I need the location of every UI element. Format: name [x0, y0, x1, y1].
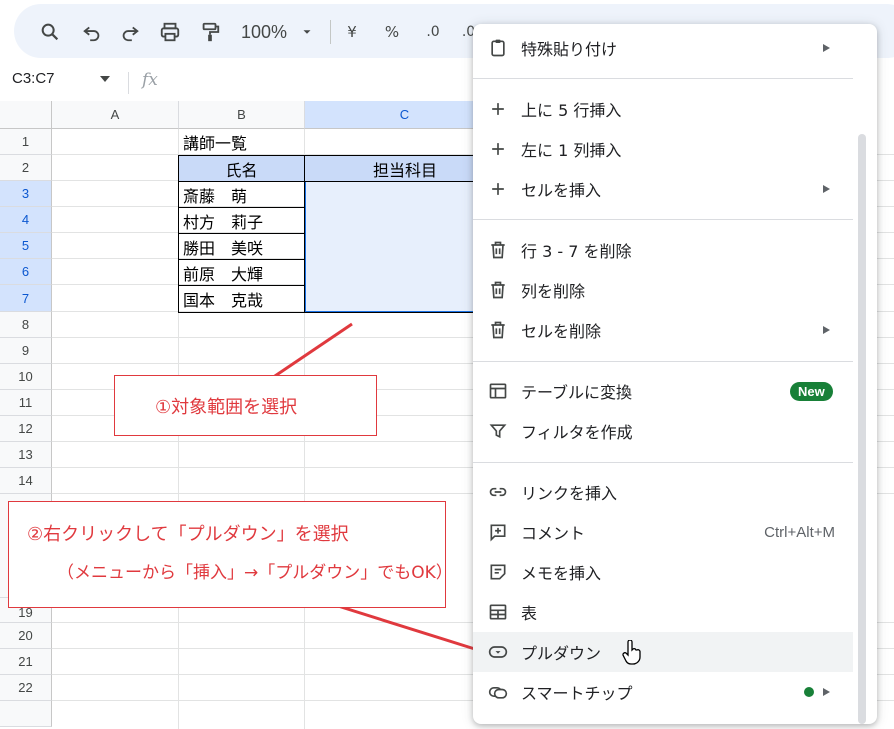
filter-icon: [487, 420, 509, 442]
callout-step1: ①対象範囲を選択: [114, 375, 377, 436]
menu-item-table[interactable]: 表: [473, 592, 853, 632]
menu-item-label: メモを挿入: [521, 564, 602, 583]
menu-item-insert-rows-above[interactable]: 上に 5 行挿入: [473, 89, 853, 129]
trash-icon: [487, 239, 509, 261]
menu-item-insert-note[interactable]: メモを挿入: [473, 552, 853, 592]
menu-item-label: 列を削除: [521, 282, 586, 301]
comment-add-icon: [487, 521, 509, 543]
menu-scrollbar[interactable]: [858, 134, 866, 724]
comment-shortcut: Ctrl+Alt+M: [764, 523, 835, 541]
menu-item-insert-cells[interactable]: セルを挿入: [473, 169, 853, 209]
plus-icon: [487, 98, 509, 120]
table-icon: [487, 601, 509, 623]
menu-item-paste-special[interactable]: 特殊貼り付け: [473, 28, 853, 68]
menu-item-label: 特殊貼り付け: [521, 40, 618, 59]
clipboard-icon: [487, 37, 509, 59]
menu-item-convert-to-table[interactable]: テーブルに変換 New: [473, 371, 853, 411]
menu-item-label: 上に 5 行挿入: [521, 101, 622, 120]
menu-item-label: スマートチップ: [521, 684, 633, 703]
callout-step2-line1: ②右クリックして「プルダウン」を選択: [27, 524, 349, 545]
menu-item-delete-column[interactable]: 列を削除: [473, 270, 853, 310]
context-menu: 特殊貼り付け 上に 5 行挿入 左に 1 列挿入 セルを挿入 行 3 - 7 を…: [473, 24, 877, 724]
menu-item-label: リンクを挿入: [521, 484, 618, 503]
menu-item-label: プルダウン: [521, 644, 602, 663]
plus-icon: [487, 178, 509, 200]
menu-item-create-filter[interactable]: フィルタを作成: [473, 411, 853, 451]
menu-item-smart-chips[interactable]: スマートチップ: [473, 672, 853, 712]
menu-item-label: 左に 1 列挿入: [521, 141, 622, 160]
menu-item-delete-cells[interactable]: セルを削除: [473, 310, 853, 350]
callout-step2-line2: （メニューから「挿入」→「プルダウン」でもOK）: [57, 563, 453, 583]
menu-item-label: テーブルに変換: [521, 383, 633, 402]
table-icon: [487, 380, 509, 402]
menu-item-delete-rows[interactable]: 行 3 - 7 を削除: [473, 230, 853, 270]
submenu-arrow-icon: [823, 44, 830, 52]
dropdown-chip-icon: [487, 641, 509, 663]
submenu-arrow-icon: [823, 688, 830, 696]
menu-item-insert-link[interactable]: リンクを挿入: [473, 472, 853, 512]
smart-chip-icon: [487, 681, 509, 703]
trash-icon: [487, 319, 509, 341]
callout-step2: ②右クリックして「プルダウン」を選択 （メニューから「挿入」→「プルダウン」でも…: [8, 501, 453, 608]
menu-item-label: コメント: [521, 524, 586, 543]
trash-icon: [487, 279, 509, 301]
link-icon: [487, 481, 509, 503]
plus-icon: [487, 138, 509, 160]
menu-item-insert-column-left[interactable]: 左に 1 列挿入: [473, 129, 853, 169]
menu-item-dropdown[interactable]: プルダウン: [473, 632, 853, 672]
menu-item-label: 表: [521, 604, 538, 623]
menu-item-label: フィルタを作成: [521, 423, 633, 442]
hand-cursor-icon: [621, 639, 643, 670]
submenu-arrow-icon: [823, 185, 830, 193]
callout-step1-text: ①対象範囲を選択: [155, 397, 298, 418]
status-dot: [804, 687, 814, 697]
note-icon: [487, 561, 509, 583]
menu-item-comment[interactable]: コメント Ctrl+Alt+M: [473, 512, 853, 552]
menu-item-label: セルを削除: [521, 322, 602, 341]
menu-item-label: セルを挿入: [521, 181, 602, 200]
new-badge: New: [790, 381, 833, 401]
menu-item-label: 行 3 - 7 を削除: [521, 242, 632, 261]
submenu-arrow-icon: [823, 326, 830, 334]
